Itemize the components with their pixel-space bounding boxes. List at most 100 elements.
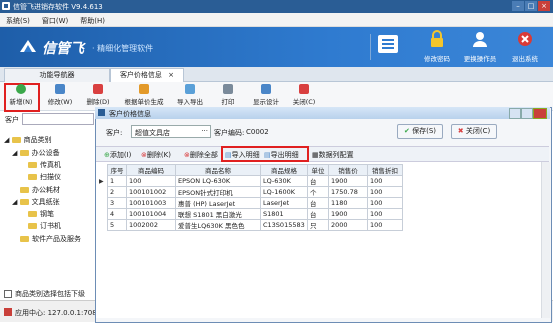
tree-item[interactable]: 传真机: [28, 160, 61, 170]
expand-icon[interactable]: ◢: [12, 198, 20, 206]
cell[interactable]: 1: [107, 175, 127, 187]
cell[interactable]: 个: [307, 186, 329, 198]
expand-icon[interactable]: ◢: [12, 149, 20, 157]
col-header[interactable]: 商品名称: [175, 164, 261, 176]
tab-close-icon[interactable]: ×: [168, 71, 174, 79]
import-export-button[interactable]: 导入导出: [172, 84, 208, 106]
cell[interactable]: 2: [107, 186, 127, 198]
cell[interactable]: LQ-1600K: [260, 186, 308, 198]
cell[interactable]: 1900: [328, 175, 368, 187]
cell[interactable]: 100: [367, 208, 403, 220]
cell[interactable]: 1180: [328, 197, 368, 209]
col-header[interactable]: 销售价: [328, 164, 368, 176]
dialog-close-action-button[interactable]: ✖ 关闭(C): [451, 124, 497, 139]
include-subcategory-checkbox[interactable]: 商品类别选择包括下级: [4, 289, 85, 299]
expand-icon[interactable]: ◢: [4, 136, 12, 144]
list-view-button[interactable]: [378, 35, 398, 53]
tab-function-navigator[interactable]: 功能导航器: [4, 68, 110, 82]
table-row[interactable]: 2 100101002 EPSON针式打印机 LQ-1600K 个 1750.78 100: [107, 186, 403, 198]
column-config-button[interactable]: ▦数据列配置: [312, 150, 354, 160]
menu-system[interactable]: 系统(S): [0, 13, 36, 26]
close-button[interactable]: 关闭(C): [286, 84, 322, 106]
export-detail-button[interactable]: ▤导出明细: [264, 150, 299, 160]
tree-item[interactable]: ◢ 办公设备: [12, 148, 60, 158]
cell[interactable]: 3: [107, 197, 127, 209]
cell[interactable]: LQ-630K: [260, 175, 308, 187]
import-detail-button[interactable]: ▤导入明细: [225, 150, 260, 160]
edit-button[interactable]: 修改(W): [42, 84, 78, 106]
cell[interactable]: 5: [107, 219, 127, 231]
folder-icon: [20, 187, 29, 193]
display-design-button[interactable]: 显示设计: [248, 84, 284, 106]
cell[interactable]: 台: [307, 197, 329, 209]
cell[interactable]: 1002002: [126, 219, 176, 231]
dialog-minimize-button[interactable]: [509, 108, 521, 119]
table-row[interactable]: 3 100101003 惠普 (HP) LaserJet LaserJet 台 1180 1…: [107, 197, 403, 209]
cell[interactable]: 100101004: [126, 208, 176, 220]
table-row[interactable]: 1 100 EPSON LQ-630K LQ-630K 台 1900 100: [107, 175, 403, 187]
cell[interactable]: 只: [307, 219, 329, 231]
dialog-customer-field[interactable]: 超值文具店 ···: [131, 125, 211, 138]
col-header[interactable]: 销售折扣: [367, 164, 403, 176]
tree-item[interactable]: 钢笔: [28, 209, 54, 219]
cell[interactable]: 4: [107, 208, 127, 220]
close-window-button[interactable]: ×: [538, 1, 550, 11]
print-button[interactable]: 打印: [210, 84, 246, 106]
cell[interactable]: 100: [367, 186, 403, 198]
delete-row-button[interactable]: ⊗删除(K): [141, 150, 171, 160]
dialog-maximize-button[interactable]: [521, 108, 533, 119]
cell[interactable]: 惠普 (HP) LaserJet: [175, 197, 261, 209]
cell[interactable]: EPSON LQ-630K: [175, 175, 261, 187]
delete-button[interactable]: 删除(D): [80, 84, 116, 106]
tree-item[interactable]: 办公耗材: [20, 185, 60, 195]
menu-window[interactable]: 窗口(W): [36, 13, 74, 26]
cell[interactable]: 100: [126, 175, 176, 187]
cell[interactable]: 100101003: [126, 197, 176, 209]
cell[interactable]: EPSON针式打印机: [175, 186, 261, 198]
cell[interactable]: 1750.78: [328, 186, 368, 198]
col-header[interactable]: 商品编码: [126, 164, 176, 176]
minimize-button[interactable]: –: [512, 1, 524, 11]
logo-text: 信管飞: [42, 41, 84, 57]
customer-code-value: C0002: [246, 128, 269, 136]
delete-all-button[interactable]: ⊗删除全部: [184, 150, 218, 160]
tree-item[interactable]: 订书机: [28, 221, 61, 231]
col-header[interactable]: 单位: [307, 164, 329, 176]
cell[interactable]: C13S015583: [260, 219, 308, 231]
generate-by-price-button[interactable]: 根据单价生成: [118, 84, 170, 106]
cell[interactable]: LaserJet: [260, 197, 308, 209]
cell[interactable]: 1900: [328, 208, 368, 220]
col-header[interactable]: 序号: [107, 164, 127, 176]
customer-field[interactable]: [22, 113, 94, 125]
save-button[interactable]: ✔ 保存(S): [397, 124, 443, 139]
vertical-scrollbar[interactable]: [541, 162, 550, 318]
tree-item[interactable]: 扫描仪: [28, 172, 61, 182]
col-header[interactable]: 商品规格: [260, 164, 308, 176]
cell[interactable]: 100: [367, 197, 403, 209]
tree-item[interactable]: 软件产品及服务: [20, 234, 81, 244]
cell[interactable]: 台: [307, 175, 329, 187]
add-row-button[interactable]: ⊕添加(I): [104, 150, 131, 160]
cell[interactable]: S1801: [260, 208, 308, 220]
menu-help[interactable]: 帮助(H): [74, 13, 111, 26]
exit-system-button[interactable]: 退出系统: [500, 30, 550, 64]
dialog-close-button[interactable]: [533, 108, 547, 119]
maximize-button[interactable]: □: [525, 1, 537, 11]
table-row[interactable]: 4 100101004 联想 S1801 黑白激光 S1801 台 1900 100: [107, 208, 403, 220]
table-icon: ▦: [312, 151, 319, 159]
ellipsis-icon[interactable]: ···: [201, 127, 208, 135]
cell[interactable]: 100101002: [126, 186, 176, 198]
cell[interactable]: 100: [367, 175, 403, 187]
import-export-label: 导入导出: [177, 98, 203, 106]
table-row[interactable]: 5 1002002 爱普生LQ630K 黑色色 C13S015583 只 2000 100: [107, 219, 403, 231]
cell[interactable]: 2000: [328, 219, 368, 231]
cell[interactable]: 台: [307, 208, 329, 220]
cell[interactable]: 联想 S1801 黑白激光: [175, 208, 261, 220]
tree-item[interactable]: ◢ 文具纸张: [12, 197, 60, 207]
switch-operator-button[interactable]: 更换操作员: [455, 30, 505, 64]
tree-root[interactable]: ◢ 商品类别: [4, 135, 52, 145]
new-button[interactable]: 新增(N): [3, 84, 39, 106]
cell[interactable]: 爱普生LQ630K 黑色色: [175, 219, 261, 231]
cell[interactable]: 100: [367, 219, 403, 231]
tab-customer-price[interactable]: 客户价格信息 ×: [110, 68, 184, 82]
